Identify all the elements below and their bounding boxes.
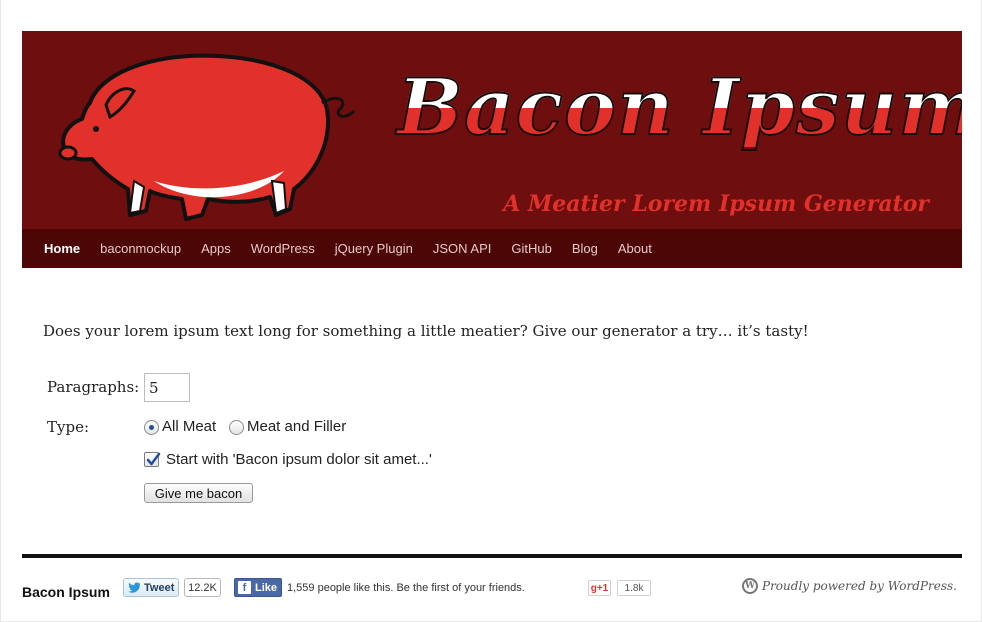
start-with-checkbox[interactable] [144, 452, 161, 467]
footer-site-name[interactable]: Bacon Ipsum [22, 584, 110, 600]
nav-item-jquery-plugin[interactable]: jQuery Plugin [335, 241, 413, 256]
start-with-label[interactable]: Start with 'Bacon ipsum dolor sit amet..… [166, 451, 432, 468]
facebook-like-button[interactable]: f Like [234, 578, 282, 597]
google-plus-count: 1.8k [617, 580, 651, 596]
tweet-button[interactable]: Tweet [123, 578, 179, 597]
site-tagline: A Meatier Lorem Ipsum Generator [503, 191, 929, 217]
checkmark-icon [146, 452, 161, 466]
nav-item-wordpress[interactable]: WordPress [251, 241, 315, 256]
radio-selected-dot [149, 425, 154, 430]
facebook-icon: f [238, 581, 251, 594]
main-nav: Home baconmockup Apps WordPress jQuery P… [22, 229, 962, 268]
intro-text: Does your lorem ipsum text long for some… [43, 322, 809, 340]
like-count-text: 1,559 people like this. Be the first of … [287, 582, 525, 594]
nav-item-json-api[interactable]: JSON API [433, 241, 492, 256]
radio-all-meat[interactable] [144, 420, 159, 435]
nav-item-github[interactable]: GitHub [511, 241, 551, 256]
wordpress-icon: W [742, 578, 758, 594]
nav-item-about[interactable]: About [618, 241, 652, 256]
powered-by-link[interactable]: Proudly powered by WordPress. [762, 579, 957, 593]
nav-item-baconmockup[interactable]: baconmockup [100, 241, 181, 256]
like-label: Like [255, 581, 278, 594]
nav-item-home[interactable]: Home [44, 241, 80, 256]
radio-meat-and-filler-label[interactable]: Meat and Filler [247, 418, 346, 435]
site-title[interactable]: Bacon Ipsum [396, 68, 962, 148]
footer-divider [22, 554, 962, 558]
twitter-bird-icon [128, 582, 141, 593]
header-banner[interactable]: Bacon Ipsum A Meatier Lorem Ipsum Genera… [22, 31, 962, 229]
nav-item-apps[interactable]: Apps [201, 241, 231, 256]
type-label: Type: [47, 418, 90, 436]
tweet-count: 12.2K [184, 578, 221, 597]
nav-item-blog[interactable]: Blog [572, 241, 598, 256]
paragraphs-label: Paragraphs: [47, 378, 140, 396]
paragraphs-input[interactable] [144, 373, 190, 402]
radio-meat-and-filler[interactable] [229, 420, 244, 435]
google-plus-one-button[interactable]: g+1 [588, 580, 611, 596]
radio-all-meat-label[interactable]: All Meat [162, 418, 216, 435]
give-me-bacon-button[interactable]: Give me bacon [144, 483, 253, 503]
tweet-label: Tweet [144, 581, 175, 594]
